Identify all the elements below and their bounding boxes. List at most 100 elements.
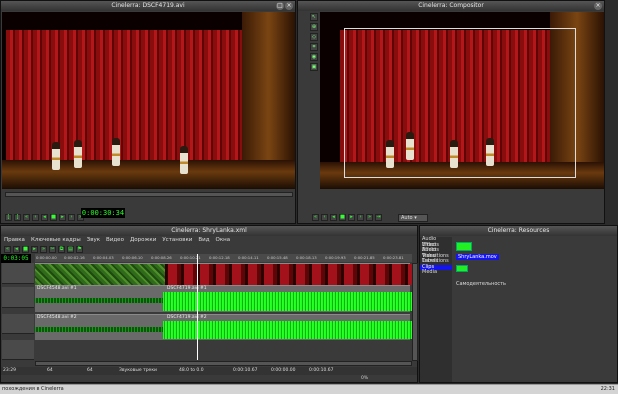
- track-patch[interactable]: [2, 287, 34, 308]
- menu-view[interactable]: Вид: [198, 237, 209, 243]
- menu-settings[interactable]: Установки: [162, 237, 192, 243]
- status-val2[interactable]: 64: [87, 367, 93, 375]
- safe-region-frame: [344, 28, 576, 178]
- play-icon[interactable]: ▸: [31, 246, 38, 253]
- fast-forward-icon[interactable]: »: [40, 246, 47, 253]
- ruler-tick: 0:00:12.18: [209, 255, 230, 260]
- track-patch[interactable]: [2, 263, 34, 284]
- viewer-canvas[interactable]: [2, 12, 295, 189]
- ruler-tick: 0:00:06.10: [122, 255, 143, 260]
- projector-tool-icon[interactable]: ▣: [310, 63, 318, 71]
- waveform: [35, 327, 163, 332]
- camera-tool-icon[interactable]: ◉: [310, 53, 318, 61]
- zoom-select[interactable]: Auto ▾: [398, 214, 428, 222]
- ruler-tick: 0:00:21.85: [354, 255, 375, 260]
- in-point-icon[interactable]: [: [5, 214, 12, 221]
- folder-list: Audio Effects Video Effects Audio Transi…: [420, 236, 452, 382]
- vertical-scrollbar[interactable]: [412, 263, 418, 361]
- clip-icon[interactable]: [456, 242, 472, 251]
- track-label: DSCF4719.avi #2: [167, 315, 207, 320]
- menu-edit[interactable]: Правка: [4, 237, 25, 243]
- program-titlebar[interactable]: Cinelerra: ShryLanka.xml: [1, 226, 417, 236]
- resources-titlebar[interactable]: Cinelerra: Resources: [420, 226, 617, 236]
- folder-media[interactable]: Media: [420, 269, 452, 276]
- frame-forward-icon[interactable]: ›: [68, 214, 75, 221]
- fast-forward-icon[interactable]: »: [366, 214, 373, 221]
- compositor-canvas[interactable]: [320, 12, 604, 189]
- close-icon[interactable]: ×: [285, 2, 293, 10]
- cut-icon[interactable]: ✂: [49, 246, 56, 253]
- stop-icon[interactable]: ■: [22, 246, 29, 253]
- rewind-icon[interactable]: «: [23, 214, 30, 221]
- menu-tracks[interactable]: Дорожки: [130, 237, 156, 243]
- resources-window: Cinelerra: Resources Audio Effects Video…: [419, 225, 618, 383]
- play-icon[interactable]: ▸: [59, 214, 66, 221]
- resources-title: Cinelerra: Resources: [487, 227, 550, 234]
- viewer-titlebar[interactable]: Cinelerra: DSCF4719.avi: [1, 1, 295, 11]
- ruler-tick: 0:00:15.48: [267, 255, 288, 260]
- compositor-title: Cinelerra: Compositor: [418, 2, 484, 9]
- label-icon[interactable]: ⚑: [76, 246, 83, 253]
- status-mode[interactable]: Звуковые треки: [119, 367, 157, 375]
- ruler-tick: 0:00:02.16: [64, 255, 85, 260]
- menu-video[interactable]: Видео: [106, 237, 124, 243]
- status-val1[interactable]: 64: [47, 367, 53, 375]
- play-reverse-icon[interactable]: ◂: [41, 214, 48, 221]
- clip-description: Самодеятельность: [456, 281, 506, 287]
- maximize-icon[interactable]: □: [276, 2, 284, 10]
- video-track[interactable]: [35, 263, 412, 285]
- ruler-tick: 0:00:18.13: [296, 255, 317, 260]
- program-window: Cinelerra: ShryLanka.xml Правка Ключевые…: [0, 225, 418, 383]
- play-reverse-icon[interactable]: ◂: [330, 214, 337, 221]
- frame-forward-icon[interactable]: ›: [357, 214, 364, 221]
- play-icon[interactable]: ▸: [348, 214, 355, 221]
- zoom-tool-icon[interactable]: ⊕: [310, 23, 318, 31]
- taskbar-label[interactable]: похождения в Cinelerra: [2, 385, 64, 394]
- frame-back-icon[interactable]: ‹: [32, 214, 39, 221]
- frame-back-icon[interactable]: ‹: [321, 214, 328, 221]
- horizontal-scrollbar[interactable]: [35, 361, 412, 366]
- dancer-figure: [112, 138, 120, 166]
- ruler-tick: 0:00:00.00: [36, 255, 57, 260]
- timeline-ruler[interactable]: 0:00:00.00 0:00:02.16 0:00:04.03 0:00:06…: [35, 254, 412, 262]
- status-pos1: 0:00:10.67: [233, 368, 258, 373]
- ruler-tick: 0:00:14.11: [238, 255, 259, 260]
- stage-curtain: [6, 30, 246, 165]
- clip-thumbnail[interactable]: [456, 265, 468, 272]
- track-patch[interactable]: [2, 314, 34, 334]
- rewind-icon[interactable]: «: [312, 214, 319, 221]
- audio-track-1[interactable]: DSCF4548.avi #1 DSCF4719.avi #1: [35, 285, 412, 312]
- viewer-scrubber[interactable]: [5, 192, 293, 197]
- arrow-tool-icon[interactable]: ↖: [310, 13, 318, 21]
- stop-icon[interactable]: ■: [339, 214, 346, 221]
- paste-icon[interactable]: ▤: [67, 246, 74, 253]
- to-end-icon[interactable]: ⇥: [375, 214, 382, 221]
- waveform: [163, 321, 412, 339]
- viewer-window: Cinelerra: DSCF4719.avi × □ [ ] « ‹ ◂ ■ …: [0, 0, 296, 224]
- track-label: DSCF4719.avi #1: [167, 286, 207, 291]
- status-pos3: 0:00:10.67: [309, 368, 334, 373]
- mask-tool-icon[interactable]: ◇: [310, 33, 318, 41]
- close-icon[interactable]: ×: [594, 2, 602, 10]
- video-clip-stage[interactable]: [165, 264, 412, 285]
- waveform: [163, 292, 412, 311]
- copy-icon[interactable]: ⧉: [58, 246, 65, 253]
- menu-keyframes[interactable]: Ключевые кадры: [31, 237, 81, 243]
- audio-track-2[interactable]: DSCF4548.avi #2 DSCF4719.avi #2: [35, 314, 412, 340]
- compositor-titlebar[interactable]: Cinelerra: Compositor: [298, 1, 604, 11]
- viewer-timecode: 0:00:30:34: [81, 208, 125, 218]
- dancer-figure: [52, 142, 60, 170]
- play-reverse-icon[interactable]: ◂: [13, 246, 20, 253]
- playhead[interactable]: [197, 254, 198, 360]
- crop-tool-icon[interactable]: ⌗: [310, 43, 318, 51]
- track-label: DSCF4548.avi #1: [37, 286, 77, 291]
- clip-name[interactable]: ShryLanka.mov: [456, 254, 499, 260]
- menu-windows[interactable]: Окна: [216, 237, 231, 243]
- rewind-icon[interactable]: «: [4, 246, 11, 253]
- stop-icon[interactable]: ■: [50, 214, 57, 221]
- compositor-transport: « ‹ ◂ ■ ▸ › » ⇥: [312, 213, 382, 222]
- video-clip-grass[interactable]: [35, 264, 165, 285]
- out-point-icon[interactable]: ]: [14, 214, 21, 221]
- track-patch[interactable]: [2, 340, 34, 360]
- menu-audio[interactable]: Звук: [87, 237, 100, 243]
